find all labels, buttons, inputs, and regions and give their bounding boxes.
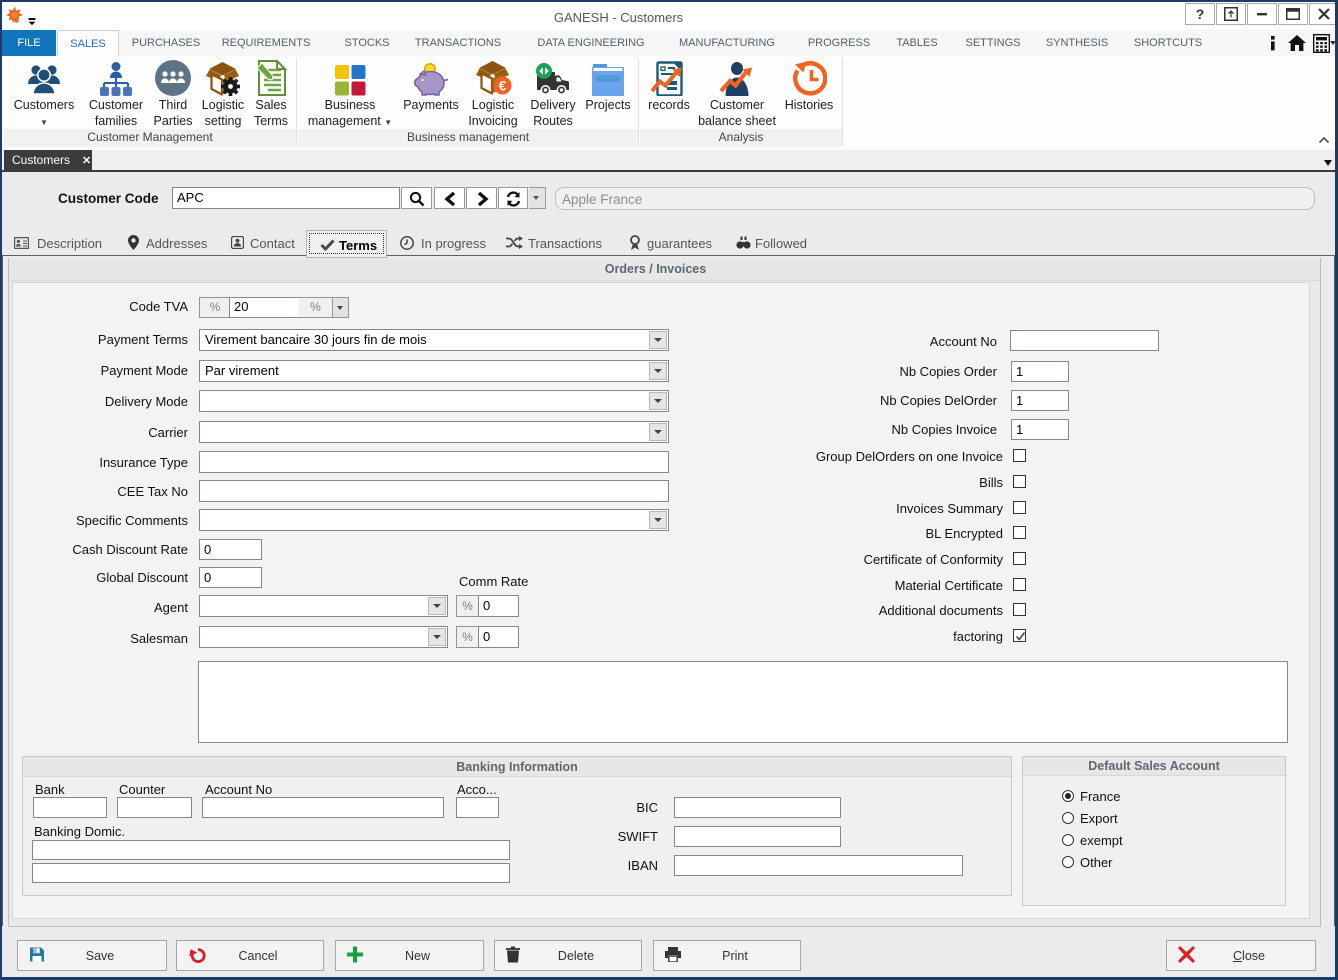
svg-text:?: ? bbox=[1196, 7, 1205, 21]
svg-text:€: € bbox=[498, 79, 506, 94]
